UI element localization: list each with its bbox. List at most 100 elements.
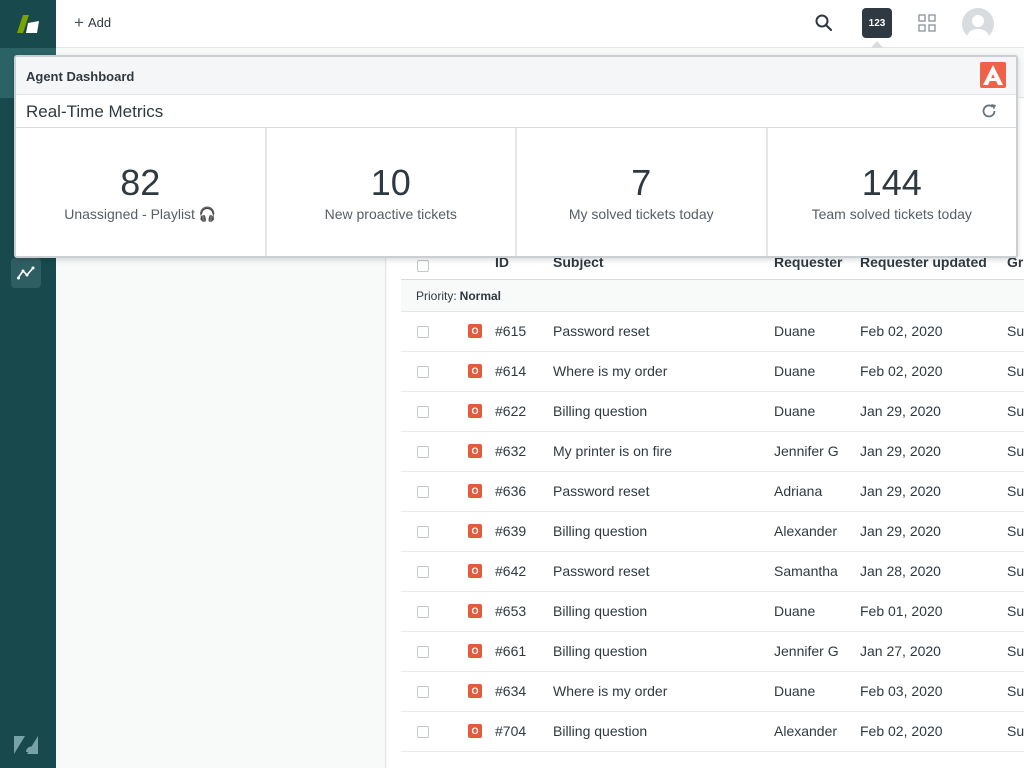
metric-team-solved[interactable]: 144 Team solved tickets today [768,128,1017,256]
add-button[interactable]: + Add [74,12,112,32]
ticket-id[interactable]: #639 [495,523,526,539]
row-checkbox[interactable] [417,486,429,498]
ticket-group: Su [1007,683,1024,699]
ticket-updated: Jan 29, 2020 [860,443,941,459]
ticket-requester: Jennifer G [774,443,839,459]
ticket-id[interactable]: #632 [495,443,526,459]
ticket-id[interactable]: #661 [495,643,526,659]
status-badge: O [468,364,482,378]
ticket-id[interactable]: #614 [495,363,526,379]
zendesk-logo-icon[interactable] [12,734,40,756]
add-button-label: Add [87,15,112,30]
row-checkbox[interactable] [417,566,429,578]
status-badge: O [468,484,482,498]
row-checkbox[interactable] [417,406,429,418]
ticket-subject[interactable]: Where is my order [553,683,667,699]
ticket-id[interactable]: #636 [495,483,526,499]
row-checkbox[interactable] [417,326,429,338]
ticket-id[interactable]: #634 [495,683,526,699]
ticket-subject[interactable]: My printer is on fire [553,443,672,459]
table-row[interactable]: O #636 Password reset Adriana Jan 29, 2020 Su [401,472,1024,512]
dashboard-app-logo-icon [980,62,1006,88]
reporting-icon[interactable] [11,258,41,288]
ticket-group: Su [1007,403,1024,419]
table-row[interactable]: O #661 Billing question Jennifer G Jan 27, 2… [401,632,1024,672]
refresh-icon[interactable] [980,102,998,120]
plus-icon: + [74,12,84,32]
ticket-subject[interactable]: Password reset [553,483,649,499]
table-row[interactable]: O #653 Billing question Duane Feb 01, 2020 Su [401,592,1024,632]
status-badge: O [468,324,482,338]
ticket-updated: Feb 03, 2020 [860,683,943,699]
ticket-requester: Alexander [774,723,838,739]
table-row[interactable]: O #704 Billing question Alexander Feb 02, 20… [401,712,1024,752]
metric-new-proactive[interactable]: 10 New proactive tickets [267,128,517,256]
row-checkbox[interactable] [417,726,429,738]
ticket-subject[interactable]: Billing question [553,643,647,659]
ticket-updated: Jan 27, 2020 [860,643,941,659]
ticket-table: ID Subject Requester Requester updated G… [401,246,1024,752]
search-icon[interactable] [814,13,836,35]
ticket-requester: Jennifer G [774,643,839,659]
popover-caret [871,41,883,48]
row-checkbox[interactable] [417,646,429,658]
dashboard-title: Agent Dashboard [26,69,135,84]
ticket-subject[interactable]: Billing question [553,403,647,419]
ticket-group: Su [1007,483,1024,499]
status-badge: O [468,564,482,578]
ticket-group: Su [1007,563,1024,579]
group-value: Normal [459,288,502,303]
status-badge: O [468,644,482,658]
metric-my-solved[interactable]: 7 My solved tickets today [517,128,768,256]
row-checkbox[interactable] [417,366,429,378]
metric-value: 144 [861,162,922,203]
ticket-updated: Jan 28, 2020 [860,563,941,579]
select-all-checkbox[interactable] [417,260,429,272]
ticket-group: Su [1007,323,1024,339]
ticket-requester: Duane [774,683,816,699]
table-row[interactable]: O #642 Password reset Samantha Jan 28, 2020 S… [401,552,1024,592]
table-row[interactable]: O #634 Where is my order Duane Feb 03, 2020 S… [401,672,1024,712]
table-row[interactable]: O #614 Where is my order Duane Feb 02, 2020 S… [401,352,1024,392]
group-label: Priority: [416,288,457,303]
ticket-requester: Alexander [774,523,838,539]
table-row[interactable]: O #632 My printer is on fire Jennifer G Jan … [401,432,1024,472]
metric-label: Team solved tickets today [811,206,972,222]
row-checkbox[interactable] [417,526,429,538]
ticket-subject[interactable]: Password reset [553,563,649,579]
ticket-id[interactable]: #704 [495,723,526,739]
ticket-group: Su [1007,603,1024,619]
group-header-priority: Priority: Normal [401,280,1024,312]
row-checkbox[interactable] [417,686,429,698]
ticket-updated: Feb 02, 2020 [860,323,943,339]
ticket-subject[interactable]: Billing question [553,603,647,619]
ticket-id[interactable]: #615 [495,323,526,339]
ticket-requester: Duane [774,323,816,339]
ticket-id[interactable]: #642 [495,563,526,579]
status-badge: O [468,404,482,418]
product-logo-icon[interactable] [0,0,56,48]
user-avatar[interactable] [962,8,994,40]
table-row[interactable]: O #639 Billing question Alexander Jan 29, 20… [401,512,1024,552]
product-tray-icon[interactable] [918,14,936,32]
top-bar: + Add 123 [56,0,1024,48]
ticket-subject[interactable]: Billing question [553,523,647,539]
ticket-subject[interactable]: Password reset [553,323,649,339]
table-row[interactable]: O #622 Billing question Duane Jan 29, 2020 Su [401,392,1024,432]
ticket-subject[interactable]: Billing question [553,723,647,739]
metric-unassigned[interactable]: 82 Unassigned - Playlist 🎧 [16,128,267,256]
row-checkbox[interactable] [417,606,429,618]
ticket-group: Su [1007,443,1024,459]
metric-value: 10 [370,162,411,203]
metric-value: 7 [631,162,652,203]
metric-value: 82 [120,162,161,203]
table-row[interactable]: O #615 Password reset Duane Feb 02, 2020 Su [401,312,1024,352]
ticket-subject[interactable]: Where is my order [553,363,667,379]
app-badge-button[interactable]: 123 [862,8,892,38]
row-checkbox[interactable] [417,446,429,458]
metric-label: My solved tickets today [568,206,714,222]
ticket-id[interactable]: #622 [495,403,526,419]
ticket-id[interactable]: #653 [495,603,526,619]
ticket-updated: Jan 29, 2020 [860,403,941,419]
ticket-updated: Feb 01, 2020 [860,603,943,619]
